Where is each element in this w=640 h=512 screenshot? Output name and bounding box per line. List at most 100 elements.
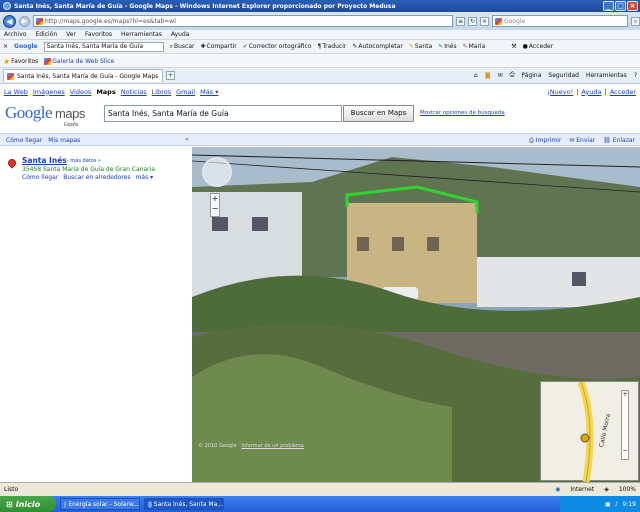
print-icon[interactable]: ⎙	[510, 71, 515, 79]
nav-web[interactable]: La Web	[4, 88, 28, 96]
volume-icon[interactable]: ♪	[615, 501, 619, 508]
email-link[interactable]: ✉ Enviar	[569, 137, 595, 145]
result-nearby-link[interactable]: Buscar en alrededores	[63, 174, 130, 181]
toolbar-highlight-maria[interactable]: ✎ María	[463, 43, 486, 50]
menu-favoritos[interactable]: Favoritos	[85, 31, 112, 38]
logo-word: Google	[5, 103, 53, 122]
window-title: Santa Inés, Santa María de Guía - Google…	[14, 2, 396, 10]
new-tab-button[interactable]: +	[166, 71, 175, 80]
result-title[interactable]: Santa Inés	[22, 156, 67, 165]
search-provider-icon	[495, 17, 502, 25]
security-menu[interactable]: Seguridad	[548, 72, 579, 79]
search-icon[interactable]: ⌕	[631, 16, 640, 26]
toolbar-close-icon[interactable]: ×	[3, 43, 8, 50]
compat-view-icon[interactable]: ≡	[456, 16, 465, 26]
link-link[interactable]: ⛓ Enlazar	[603, 137, 635, 145]
inset-map[interactable]: Calle Morra + −	[540, 381, 639, 482]
zone-label: Internet	[570, 486, 595, 493]
toolbar-signin-button[interactable]: ● Acceder	[523, 43, 554, 50]
refresh-icon[interactable]: ↻	[468, 16, 477, 26]
result-more-menu[interactable]: más ▾	[136, 174, 154, 181]
nav-videos[interactable]: Videos	[70, 88, 92, 96]
street-view-panel[interactable]: + − © 2010 Google · Informar de un proble…	[192, 147, 640, 482]
result-directions-link[interactable]: Cómo llegar	[22, 174, 58, 181]
start-button[interactable]: ⊞ Inicio	[0, 496, 56, 512]
toolbar-highlight-santa[interactable]: ✎ Santa	[409, 43, 432, 50]
logo-region: España	[64, 122, 78, 128]
nav-more[interactable]: Más ▾	[200, 88, 218, 96]
directions-link[interactable]: Cómo llegar	[6, 137, 42, 144]
report-problem-link[interactable]: Informar de un problema	[241, 443, 304, 449]
url-input[interactable]: http://maps.google.es/maps?hl=es&tab=wl	[33, 15, 453, 27]
toolbar-search-input[interactable]: Santa Inés, Santa María de Guía	[43, 41, 164, 52]
stop-icon[interactable]: ×	[480, 16, 489, 26]
mail-icon[interactable]: ✉	[498, 72, 503, 79]
network-icon[interactable]: ▣	[605, 501, 611, 508]
nav-maps[interactable]: Maps	[96, 88, 115, 96]
task-energia-solar[interactable]: Energía solar - Solarw...	[60, 498, 140, 510]
system-tray: ▣ ♪ 9:19	[560, 496, 640, 512]
ie-search-input[interactable]: Google	[492, 15, 628, 27]
zoom-level[interactable]: 100%	[619, 486, 636, 493]
tools-menu[interactable]: Herramientas	[586, 72, 627, 79]
nav-news[interactable]: Noticias	[121, 88, 147, 96]
highlight-icon: ✎	[408, 43, 414, 50]
google-favicon-icon	[36, 17, 43, 25]
favorites-button[interactable]: ★ Favoritos	[3, 57, 38, 66]
nav-gmail[interactable]: Gmail	[176, 88, 195, 96]
help-icon[interactable]: ?	[634, 72, 637, 79]
logo-product: maps	[55, 106, 85, 121]
webslice-icon	[44, 57, 52, 65]
nav-books[interactable]: Libros	[152, 88, 171, 96]
help-link[interactable]: Ayuda	[581, 88, 601, 96]
back-button[interactable]: ◀	[3, 14, 16, 28]
toolbar-translate-button[interactable]: ¶ Traducir	[318, 43, 347, 50]
toolbar-search-button[interactable]: ⌕ Buscar	[170, 43, 195, 51]
menu-archivo[interactable]: Archivo	[4, 31, 26, 38]
inset-zoom-control[interactable]: + −	[621, 390, 629, 460]
results-panel: Santa Inés - más datos » 35458 Santa Mar…	[0, 147, 192, 482]
feeds-icon[interactable]: ◙	[485, 72, 491, 79]
pan-control[interactable]	[202, 157, 232, 187]
nav-images[interactable]: Imágenes	[33, 88, 65, 96]
toolbar-autofill-button[interactable]: ✎ Autocompletar	[352, 43, 402, 50]
toolbar-highlight-ines[interactable]: ✎ Inés	[438, 43, 456, 50]
task-santa-ines[interactable]: Santa Inés, Santa Ma...	[144, 498, 224, 510]
wrench-icon: ⚒	[511, 43, 517, 50]
webslice-gallery-link[interactable]: Galería de Web Slice	[44, 57, 114, 65]
maps-header: Google maps España Santa Inés, Santa Marí…	[0, 100, 640, 130]
menu-ayuda[interactable]: Ayuda	[171, 31, 190, 38]
forward-button[interactable]: ▶	[19, 15, 30, 27]
close-button[interactable]: ×	[627, 1, 638, 11]
result-links: Cómo llegar Buscar en alrededores más ▾	[22, 174, 153, 181]
zoom-control[interactable]: + −	[210, 193, 220, 217]
star-icon: ★	[3, 56, 11, 66]
highlight-icon: ✎	[438, 43, 444, 50]
collapse-panel-button[interactable]: «	[185, 136, 189, 143]
favorites-bar: ★ Favoritos Galería de Web Slice	[0, 55, 640, 68]
toolbar-spellcheck-button[interactable]: ✓ Corrector ortográfico	[243, 43, 312, 50]
print-link[interactable]: ⎙ Imprimir	[529, 137, 561, 145]
account-links: ¡Nuevo! | Ayuda | Acceder	[547, 87, 636, 96]
toolbar-share-button[interactable]: ✚ Compartir	[201, 43, 237, 50]
search-options-link[interactable]: Mostrar opciones de búsqueda	[420, 110, 505, 116]
maximize-button[interactable]: □	[615, 1, 626, 11]
home-icon[interactable]: ⌂	[474, 72, 478, 79]
maps-search-input[interactable]: Santa Inés, Santa María de Guía	[104, 105, 342, 122]
minimize-button[interactable]: _	[603, 1, 614, 11]
tab-google-maps[interactable]: Santa Inés, Santa María de Guía - Google…	[3, 69, 163, 82]
autofill-icon: ✎	[352, 43, 358, 50]
menu-ver[interactable]: Ver	[66, 31, 76, 38]
my-maps-link[interactable]: Mis mapas	[48, 137, 80, 144]
maps-search-button[interactable]: Buscar en Maps	[343, 105, 414, 122]
result-more-link[interactable]: - más datos »	[67, 158, 101, 164]
highlight-icon: ✎	[462, 43, 468, 50]
new-link[interactable]: ¡Nuevo!	[547, 88, 573, 96]
page-menu[interactable]: Página	[521, 72, 541, 79]
signin-link[interactable]: Acceder	[610, 88, 636, 96]
menu-edicion[interactable]: Edición	[35, 31, 57, 38]
google-maps-logo[interactable]: Google maps España	[5, 103, 85, 128]
toolbar-wrench-button[interactable]: ⚒	[511, 43, 516, 50]
menu-herramientas[interactable]: Herramientas	[121, 31, 162, 38]
status-text: Listo	[4, 486, 19, 493]
